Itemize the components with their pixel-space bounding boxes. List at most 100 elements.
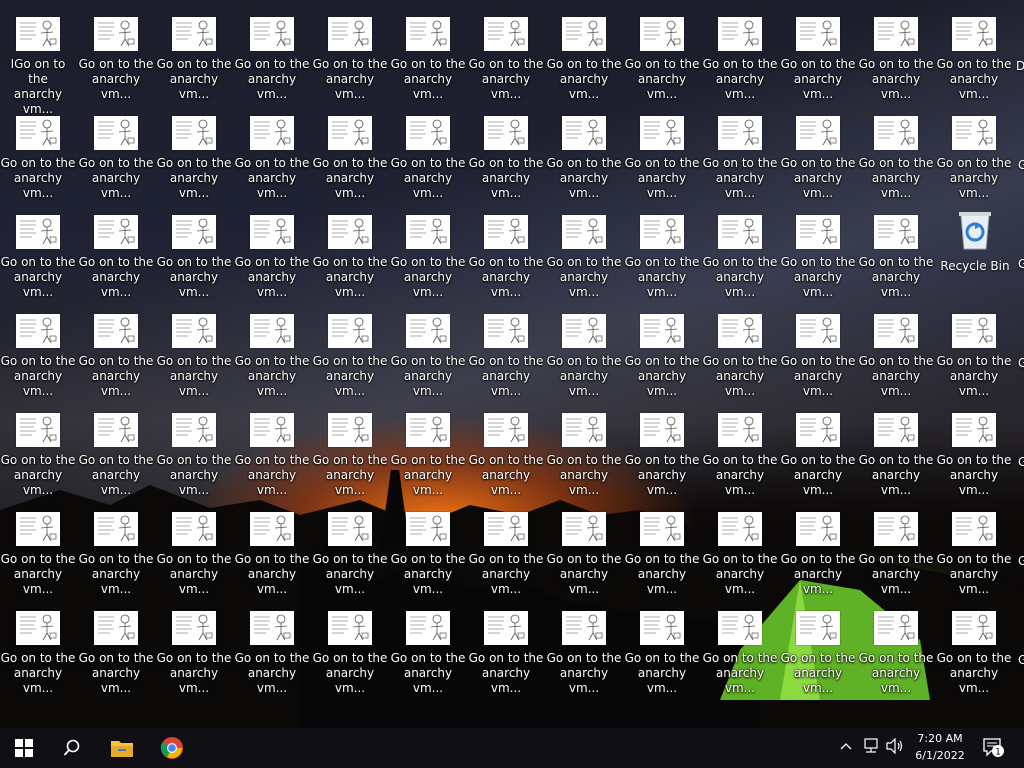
desktop-file-icon[interactable]: Go on to the anarchy vm... xyxy=(156,314,232,408)
desktop-file-icon[interactable]: Go on to the anarchy vm... xyxy=(312,314,388,408)
desktop-file-icon[interactable]: IGo on to the anarchy vm... xyxy=(0,17,76,116)
desktop-file-icon[interactable]: Go on to the anarchy vm... xyxy=(780,611,856,705)
action-center-button[interactable]: 1 xyxy=(982,736,1004,762)
desktop-file-icon[interactable]: Go on to the anarchy vm... xyxy=(546,314,622,408)
desktop-file-icon[interactable]: Go on to the anarchy vm... xyxy=(936,314,1012,408)
desktop-file-icon[interactable]: Go on to the anarchy vm... xyxy=(390,413,466,507)
desktop-file-icon[interactable]: Go on to the anarchy vm... xyxy=(936,512,1012,606)
network-button[interactable] xyxy=(862,738,880,758)
desktop-file-icon[interactable]: Go on to the anarchy vm... xyxy=(546,17,622,111)
desktop-file-icon[interactable]: Go on to the anarchy vm... xyxy=(156,116,232,210)
desktop-file-icon[interactable]: Go on to the anarchy vm... xyxy=(78,116,154,210)
desktop-file-icon[interactable]: Go on to the anarchy vm... xyxy=(858,611,934,705)
desktop-file-icon[interactable]: Go on to the anarchy vm... xyxy=(936,116,1012,210)
desktop-file-icon[interactable]: Go on to the anarchy vm... xyxy=(624,512,700,606)
desktop-file-icon[interactable]: Go on to the anarchy vm... xyxy=(312,611,388,705)
desktop-file-icon[interactable]: Go on to the anarchy vm... xyxy=(234,215,310,309)
desktop-file-icon[interactable]: Go on to the anarchy vm... xyxy=(858,17,934,111)
desktop-file-icon[interactable]: Go on to the anarchy vm... xyxy=(390,512,466,606)
desktop-file-icon[interactable]: Go on to the anarchy vm... xyxy=(312,116,388,210)
desktop-file-icon[interactable]: Go on to the anarchy vm... xyxy=(546,512,622,606)
desktop-file-icon[interactable]: Go on to the anarchy vm... xyxy=(234,17,310,111)
start-button[interactable] xyxy=(0,728,48,768)
desktop-file-icon[interactable]: Go on to the anarchy vm... xyxy=(468,611,544,705)
desktop-file-icon[interactable]: Go on to the anarchy vm... xyxy=(234,314,310,408)
desktop-file-icon[interactable]: Go on to the anarchy vm... xyxy=(702,215,778,309)
desktop-file-icon[interactable]: Go on to the anarchy vm... xyxy=(234,512,310,606)
desktop-file-icon[interactable]: Go on to the anarchy vm... xyxy=(156,611,232,705)
desktop-file-icon[interactable]: Go on to the anarchy vm... xyxy=(858,314,934,408)
desktop-file-icon[interactable]: Go on to the anarchy vm... xyxy=(468,215,544,309)
desktop-file-icon[interactable]: Go on to the anarchy vm... xyxy=(546,215,622,309)
file-explorer-button[interactable] xyxy=(98,728,146,768)
desktop-file-icon[interactable]: Go on to the anarchy vm... xyxy=(78,611,154,705)
desktop-file-icon[interactable]: Go on to the anarchy vm... xyxy=(156,215,232,309)
desktop-file-icon[interactable]: Go on to the anarchy vm... xyxy=(702,413,778,507)
desktop-file-icon[interactable]: Go on to the anarchy vm... xyxy=(0,413,76,507)
desktop-file-icon[interactable]: Go on to the anarchy vm... xyxy=(858,413,934,507)
search-button[interactable] xyxy=(48,728,96,768)
desktop-file-icon[interactable]: Go on to the anarchy vm... xyxy=(156,512,232,606)
desktop-file-icon[interactable]: Go on to the anarchy vm... xyxy=(390,17,466,111)
desktop-file-icon[interactable]: Go on to the anarchy vm... xyxy=(234,611,310,705)
desktop-file-icon[interactable]: Go on to the anarchy vm... xyxy=(78,17,154,111)
desktop-file-icon[interactable]: Go on to the anarchy vm... xyxy=(0,314,76,408)
desktop-file-icon[interactable]: Go on to the anarchy vm... xyxy=(390,314,466,408)
desktop-file-icon[interactable]: Go on to the anarchy vm... xyxy=(234,116,310,210)
desktop-file-icon[interactable]: Go on to the anarchy vm... xyxy=(468,17,544,111)
desktop[interactable]: IGo on to the anarchy vm... Go on to the an… xyxy=(0,0,1024,728)
desktop-file-icon[interactable]: Go on to the anarchy vm... xyxy=(546,611,622,705)
chrome-button[interactable] xyxy=(148,728,196,768)
desktop-file-icon[interactable]: Go on to the anarchy vm... xyxy=(936,611,1012,705)
desktop-file-icon[interactable]: Go on to the anarchy vm... xyxy=(312,413,388,507)
volume-button[interactable] xyxy=(886,737,904,758)
desktop-file-icon[interactable]: Go on to the anarchy vm... xyxy=(0,611,76,705)
desktop-file-icon[interactable]: Go on to the anarchy vm... xyxy=(78,314,154,408)
desktop-file-icon[interactable]: Go on to the anarchy vm... xyxy=(702,116,778,210)
desktop-file-icon[interactable]: Go on to the anarchy vm... xyxy=(858,116,934,210)
desktop-file-icon[interactable]: Go on to the anarchy vm... xyxy=(780,413,856,507)
desktop-file-icon[interactable]: Go on to the anarchy vm... xyxy=(0,116,76,210)
desktop-file-icon[interactable]: Go on to the anarchy vm... xyxy=(624,413,700,507)
desktop-file-icon[interactable]: Go on to the anarchy vm... xyxy=(468,512,544,606)
desktop-file-icon[interactable]: Go on to the anarchy vm... xyxy=(156,17,232,111)
desktop-file-icon[interactable]: Go on to the anarchy vm... xyxy=(702,611,778,705)
desktop-file-icon[interactable]: Go on to the anarchy vm... xyxy=(390,116,466,210)
desktop-file-icon[interactable]: Go on to the anarchy vm... xyxy=(936,17,1012,111)
desktop-file-icon[interactable]: Go on to the anarchy vm... xyxy=(312,17,388,111)
desktop-file-icon[interactable]: Go on to the anarchy vm... xyxy=(234,413,310,507)
desktop-file-icon[interactable]: Go on to the anarchy vm... xyxy=(390,215,466,309)
desktop-file-icon[interactable]: Go on to the anarchy vm... xyxy=(624,611,700,705)
desktop-file-icon[interactable]: Go on to the anarchy vm... xyxy=(468,314,544,408)
desktop-file-icon[interactable]: Go on to the anarchy vm... xyxy=(0,512,76,606)
desktop-file-icon[interactable]: Go on to the anarchy vm... xyxy=(312,215,388,309)
desktop-file-icon[interactable]: Go on to the anarchy vm... xyxy=(624,215,700,309)
desktop-file-icon[interactable]: Go on to the anarchy vm... xyxy=(624,17,700,111)
desktop-file-icon[interactable]: Go on to the anarchy vm... xyxy=(780,215,856,309)
desktop-file-icon[interactable]: Go on to the anarchy vm... xyxy=(78,215,154,309)
show-hidden-icons-button[interactable] xyxy=(840,738,852,757)
desktop-file-icon[interactable]: Go on to the anarchy vm... xyxy=(858,512,934,606)
desktop-file-icon[interactable]: Go on to the anarchy vm... xyxy=(780,17,856,111)
desktop-file-icon[interactable]: Go on to the anarchy vm... xyxy=(468,116,544,210)
desktop-file-icon[interactable]: Go on to the anarchy vm... xyxy=(546,116,622,210)
desktop-file-icon[interactable]: Go on to the anarchy vm... xyxy=(702,17,778,111)
desktop-file-icon[interactable]: Go on to the anarchy vm... xyxy=(780,314,856,408)
desktop-file-icon[interactable]: Go on to the anarchy vm... xyxy=(312,512,388,606)
desktop-file-icon[interactable]: Go on to the anarchy vm... xyxy=(858,215,934,309)
desktop-file-icon[interactable]: Go on to the anarchy vm... xyxy=(78,413,154,507)
desktop-file-icon[interactable]: Go on to the anarchy vm... xyxy=(390,611,466,705)
clock[interactable]: 7:20 AM 6/1/2022 xyxy=(910,730,970,764)
desktop-file-icon[interactable]: Go on to the anarchy vm... xyxy=(468,413,544,507)
desktop-file-icon[interactable]: Go on to the anarchy vm... xyxy=(702,512,778,606)
desktop-file-icon[interactable]: Go on to the anarchy vm... xyxy=(624,116,700,210)
desktop-file-icon[interactable]: Go on to the anarchy vm... xyxy=(546,413,622,507)
recycle-bin[interactable]: Recycle Bin xyxy=(937,207,1013,287)
desktop-file-icon[interactable]: Go on to the anarchy vm... xyxy=(780,512,856,606)
desktop-file-icon[interactable]: Go on to the anarchy vm... xyxy=(0,215,76,309)
desktop-file-icon[interactable]: Go on to the anarchy vm... xyxy=(156,413,232,507)
desktop-file-icon[interactable]: Go on to the anarchy vm... xyxy=(78,512,154,606)
desktop-file-icon[interactable]: Go on to the anarchy vm... xyxy=(624,314,700,408)
desktop-file-icon[interactable]: Go on to the anarchy vm... xyxy=(780,116,856,210)
desktop-file-icon[interactable]: Go on to the anarchy vm... xyxy=(936,413,1012,507)
